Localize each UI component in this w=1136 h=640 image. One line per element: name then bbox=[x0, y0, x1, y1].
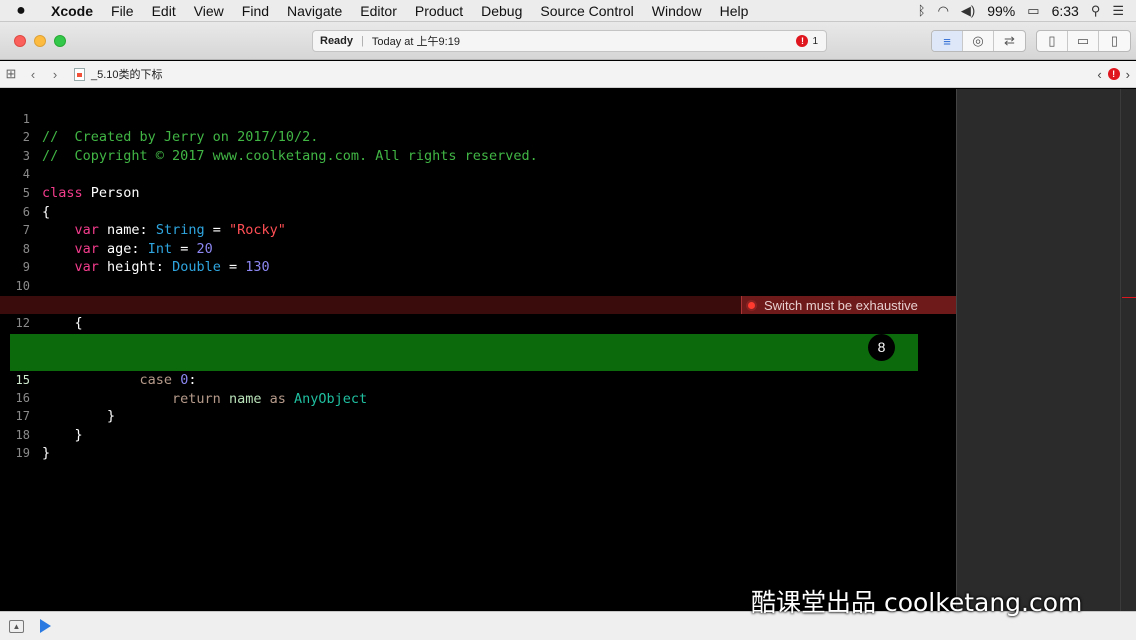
watermark: 酷课堂出品 coolketang.com bbox=[751, 588, 1083, 617]
forward-arrow-icon[interactable]: › bbox=[44, 67, 66, 82]
navigator-toggle-icon[interactable]: ▯ bbox=[1037, 31, 1068, 51]
inline-error-message[interactable]: Switch must be exhaustive bbox=[741, 296, 956, 314]
menu-bar: ● Xcode File Edit View Find Navigate Edi… bbox=[0, 0, 1136, 22]
menu-view[interactable]: View bbox=[185, 3, 233, 19]
hide-debug-area-icon[interactable]: ▲ bbox=[9, 619, 24, 633]
clock[interactable]: 6:33 bbox=[1052, 3, 1079, 19]
code-line[interactable]: 19 bbox=[0, 426, 956, 460]
line-number: 19 bbox=[15, 446, 30, 461]
error-marker-icon bbox=[748, 301, 755, 309]
code-line[interactable]: 17 } bbox=[0, 389, 956, 443]
swift-file-icon bbox=[74, 67, 85, 81]
version-editor-icon[interactable]: ⇄ bbox=[994, 31, 1025, 51]
code-line[interactable]: 7 var age: Int = 20 bbox=[0, 203, 956, 257]
code-line[interactable]: 2 // Copyright © 2017 www.coolketang.com… bbox=[0, 110, 956, 164]
code-line[interactable]: 6 var name: String = "Rocky" bbox=[0, 184, 956, 239]
next-issue-icon[interactable]: › bbox=[1126, 67, 1130, 82]
battery-icon[interactable]: ▭ bbox=[1027, 3, 1039, 19]
menu-help[interactable]: Help bbox=[711, 3, 758, 19]
scroll-track[interactable] bbox=[1120, 89, 1121, 611]
error-count: 1 bbox=[812, 35, 818, 47]
error-marker[interactable] bbox=[1122, 297, 1136, 298]
code-line[interactable]: 3 bbox=[0, 128, 956, 163]
code-line[interactable]: 9 bbox=[0, 240, 956, 274]
highlighted-code-line[interactable]: 15 return name as AnyObject bbox=[10, 352, 918, 407]
inspector-toggle-icon[interactable]: ▯ bbox=[1099, 31, 1130, 51]
apple-menu-icon[interactable]: ● bbox=[0, 2, 42, 20]
build-status: Ready bbox=[320, 35, 354, 47]
error-icon: ! bbox=[796, 35, 809, 47]
code-line[interactable]: 18 } bbox=[0, 407, 956, 462]
minimize-window-button[interactable] bbox=[34, 35, 46, 47]
code-line[interactable]: 8 var height: Double = 130 bbox=[0, 221, 956, 276]
continue-execution-icon[interactable] bbox=[40, 619, 51, 633]
menu-file[interactable]: File bbox=[102, 3, 143, 19]
window-toolbar: Ready | Today at 上午9:19 ! 1 ≡ ◎ ⇄ ▯ ▭ ▯ bbox=[0, 22, 1136, 60]
step-counter-badge: 8 bbox=[868, 334, 895, 361]
menu-find[interactable]: Find bbox=[233, 3, 278, 19]
error-text: Switch must be exhaustive bbox=[764, 297, 918, 313]
menu-debug[interactable]: Debug bbox=[472, 3, 531, 19]
status-divider: | bbox=[361, 35, 364, 47]
editor-mode-control: ≡ ◎ ⇄ bbox=[931, 30, 1026, 52]
previous-issue-icon[interactable]: ‹ bbox=[1097, 67, 1101, 82]
assistant-editor-icon[interactable]: ◎ bbox=[963, 31, 994, 51]
code-line[interactable]: 16 } bbox=[0, 370, 956, 425]
code-line[interactable]: 11 { bbox=[0, 277, 956, 332]
breadcrumb-file[interactable]: _5.10类的下标 bbox=[91, 66, 163, 82]
spotlight-search-icon[interactable]: ⚲ bbox=[1091, 3, 1101, 19]
bluetooth-icon[interactable]: ᛒ bbox=[918, 3, 926, 18]
build-timestamp: Today at 上午9:19 bbox=[371, 36, 460, 48]
activity-viewer: Ready | Today at 上午9:19 ! 1 bbox=[312, 30, 827, 52]
panel-visibility-control: ▯ ▭ ▯ bbox=[1036, 30, 1131, 52]
volume-icon[interactable]: ◀) bbox=[961, 3, 975, 19]
menu-edit[interactable]: Edit bbox=[143, 3, 185, 19]
battery-percent: 99% bbox=[987, 2, 1016, 19]
menu-navigate[interactable]: Navigate bbox=[278, 3, 351, 19]
code-line[interactable]: 13 { bbox=[0, 314, 956, 369]
wifi-icon[interactable]: ◠ bbox=[938, 3, 949, 19]
status-area: ᛒ ◠ ◀) 99% ▭ 6:33 ⚲ ☰ bbox=[918, 3, 1136, 19]
issue-error-icon[interactable]: ! bbox=[1107, 68, 1120, 80]
code-line[interactable]: 1 // Created by Jerry on 2017/10/2. bbox=[0, 91, 956, 146]
source-editor[interactable]: 1 // Created by Jerry on 2017/10/2. 2 //… bbox=[0, 89, 956, 611]
menu-product[interactable]: Product bbox=[406, 3, 472, 19]
code-line[interactable]: 4 class Person bbox=[0, 147, 956, 201]
menu-source-control[interactable]: Source Control bbox=[531, 3, 642, 19]
related-items-icon[interactable]: ⊞ bbox=[0, 66, 22, 82]
menu-editor[interactable]: Editor bbox=[351, 3, 406, 19]
highlighted-code-line[interactable]: 14 case 0: bbox=[10, 334, 918, 388]
close-window-button[interactable] bbox=[14, 35, 26, 47]
minimap-pane[interactable] bbox=[956, 89, 1136, 611]
issue-navigation: ‹ ! › bbox=[1097, 67, 1136, 82]
zoom-window-button[interactable] bbox=[54, 35, 66, 47]
jump-bar: ⊞ ‹ › _5.10类的下标 ‹ ! › bbox=[0, 61, 1136, 88]
code-line[interactable]: 10 subscript(index: Int) -> AnyObject bbox=[0, 258, 956, 313]
notification-center-icon[interactable]: ☰ bbox=[1112, 3, 1124, 19]
debug-area-toggle-icon[interactable]: ▭ bbox=[1068, 31, 1099, 51]
issue-indicator[interactable]: ! 1 bbox=[796, 35, 826, 47]
back-arrow-icon[interactable]: ‹ bbox=[22, 67, 44, 82]
code-line[interactable]: 5 { bbox=[0, 165, 956, 220]
menu-xcode[interactable]: Xcode bbox=[42, 3, 102, 19]
standard-editor-icon[interactable]: ≡ bbox=[932, 31, 963, 51]
menu-window[interactable]: Window bbox=[643, 3, 711, 19]
